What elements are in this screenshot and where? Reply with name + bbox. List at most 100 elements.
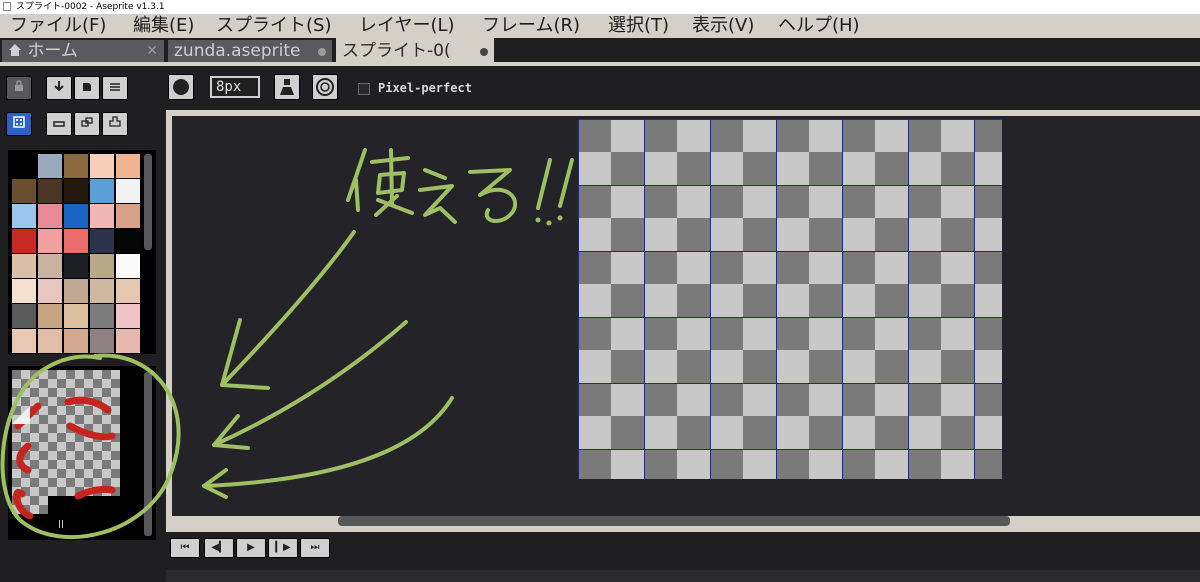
brush-type-button[interactable]: [168, 74, 194, 100]
next-frame-button[interactable]: ▎▶: [268, 538, 298, 558]
menu-file[interactable]: ファイル(F): [10, 14, 106, 38]
palette-swatch[interactable]: [90, 154, 114, 178]
palette-swatch[interactable]: [90, 229, 114, 253]
palette-swatch[interactable]: [64, 304, 88, 328]
menu-edit[interactable]: 編集(E): [133, 14, 194, 38]
palette-swatch[interactable]: [64, 154, 88, 178]
palette-swatch[interactable]: [38, 204, 62, 228]
palette-swatch[interactable]: [90, 279, 114, 303]
palette-swatch[interactable]: [12, 204, 36, 228]
previous-frame-button[interactable]: ◀▎: [204, 538, 234, 558]
tile-mode-button[interactable]: [6, 112, 32, 136]
palette-swatch[interactable]: [38, 329, 62, 353]
menu-frame[interactable]: フレーム(R): [482, 14, 580, 38]
tab-underline: [0, 62, 1200, 66]
palette-swatch[interactable]: [116, 254, 140, 278]
symmetry-button[interactable]: [312, 74, 338, 100]
palette-swatch[interactable]: [12, 304, 36, 328]
color-palette: [8, 150, 156, 354]
palette-swatch[interactable]: [116, 154, 140, 178]
palette-swatch[interactable]: [116, 304, 140, 328]
ink-button[interactable]: [274, 74, 300, 100]
tab-bar: ホーム ✕ zunda.aseprite スプライト-0(: [0, 38, 1200, 64]
stack-icon: [81, 117, 93, 127]
circle-brush-icon: [173, 79, 189, 95]
menu-sprite[interactable]: スプライト(S): [216, 14, 331, 38]
palette-swatch[interactable]: [90, 329, 114, 353]
lock-button[interactable]: [6, 76, 32, 100]
previous-frame-icon: ◀▎: [211, 542, 227, 553]
pixel-perfect-label: Pixel-perfect: [378, 81, 472, 95]
palette-swatch[interactable]: [12, 179, 36, 203]
pixel-perfect-checkbox[interactable]: [358, 83, 370, 95]
tab-home-label: ホーム: [27, 41, 78, 61]
next-frame-icon: ▎▶: [275, 542, 291, 553]
palette-swatch[interactable]: [38, 229, 62, 253]
palette-swatch[interactable]: [116, 179, 140, 203]
tile-stamp-button[interactable]: [102, 112, 128, 136]
menu-bar: ファイル(F) 編集(E) スプライト(S) レイヤー(L) フレーム(R) 選…: [0, 14, 1200, 38]
palette-swatch[interactable]: [64, 254, 88, 278]
palette-swatch[interactable]: [38, 254, 62, 278]
app-icon: [3, 2, 11, 11]
palette-swatch[interactable]: [12, 279, 36, 303]
palette-swatch[interactable]: [90, 304, 114, 328]
palette-menu-button[interactable]: [102, 76, 128, 100]
lock-icon: [15, 80, 23, 91]
menu-help[interactable]: ヘルプ(H): [778, 14, 860, 38]
first-frame-icon: ⏮: [180, 542, 190, 553]
window-titlebar: スプライト-0002 - Aseprite v1.3.1: [0, 0, 1200, 14]
tab-home[interactable]: ホーム ✕: [2, 40, 164, 62]
tile-stack-button[interactable]: [74, 112, 100, 136]
palette-scrollbar[interactable]: [144, 154, 152, 250]
menu-select[interactable]: 選択(T): [608, 14, 669, 38]
rectangle-icon: [53, 121, 65, 127]
palette-swatch[interactable]: [38, 304, 62, 328]
play-button[interactable]: ▶: [236, 538, 266, 558]
palette-swatch[interactable]: [12, 154, 36, 178]
palette-swatch[interactable]: [12, 229, 36, 253]
hamburger-icon: [110, 83, 120, 91]
palette-swatch[interactable]: [64, 229, 88, 253]
checkerboard-grid: [578, 119, 1002, 479]
tileset-scrollbar[interactable]: [144, 372, 152, 536]
palette-swatch[interactable]: [38, 279, 62, 303]
sprite-canvas[interactable]: [578, 119, 1002, 479]
palette-swatch[interactable]: [116, 329, 140, 353]
palette-swatch[interactable]: [90, 254, 114, 278]
tab-zunda[interactable]: zunda.aseprite: [168, 40, 332, 62]
palette-swatch[interactable]: [116, 204, 140, 228]
palette-swatch[interactable]: [116, 279, 140, 303]
palette-swatch[interactable]: [12, 329, 36, 353]
menu-layer[interactable]: レイヤー(L): [359, 14, 455, 38]
brush-size-field[interactable]: 8px: [210, 76, 260, 98]
stamp-icon: [109, 116, 121, 127]
palette-swatch[interactable]: [116, 229, 140, 253]
palette-swatch[interactable]: [64, 329, 88, 353]
tab-sprite-label: スプライト-0(: [342, 41, 451, 61]
target-icon: [316, 78, 334, 96]
palette-swatch[interactable]: [64, 179, 88, 203]
palette-swatch[interactable]: [38, 179, 62, 203]
palette-swatch[interactable]: [90, 179, 114, 203]
document-icon: [83, 83, 91, 91]
palette-swatch[interactable]: [64, 204, 88, 228]
tile-flip-button[interactable]: [46, 112, 72, 136]
menu-view[interactable]: 表示(V): [692, 14, 754, 38]
save-palette-button[interactable]: [74, 76, 100, 100]
sort-down-button[interactable]: [46, 76, 72, 100]
arrow-down-icon: [54, 81, 64, 92]
last-frame-button[interactable]: ⏭: [300, 538, 330, 558]
modified-dot-icon: [480, 48, 488, 56]
grid-icon: [13, 116, 25, 128]
tileset-preview: [12, 370, 120, 520]
tab-sprite[interactable]: スプライト-0(: [336, 38, 494, 64]
palette-swatch[interactable]: [38, 154, 62, 178]
palette-swatch[interactable]: [12, 254, 36, 278]
palette-swatch[interactable]: [64, 279, 88, 303]
palette-swatch[interactable]: [90, 204, 114, 228]
home-icon: [9, 44, 21, 56]
close-icon[interactable]: ✕: [146, 40, 158, 62]
editor-horizontal-scrollbar[interactable]: [338, 516, 1010, 526]
first-frame-button[interactable]: ⏮: [170, 538, 200, 558]
